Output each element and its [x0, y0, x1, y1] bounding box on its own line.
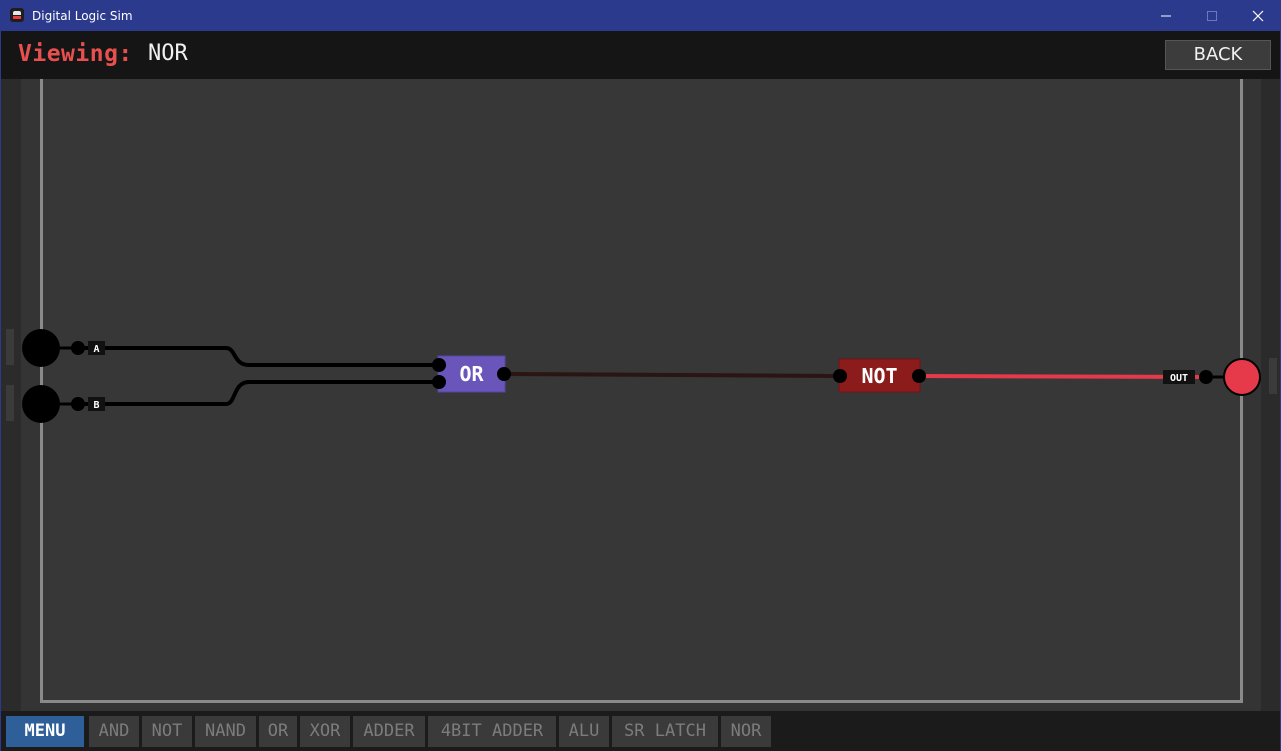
chip-button-and[interactable]: AND: [89, 716, 139, 747]
input-b-label: B: [93, 400, 99, 411]
chip-button-adder[interactable]: ADDER: [353, 716, 425, 747]
or-output-pin[interactable]: [497, 367, 511, 381]
or-gate-label: OR: [459, 362, 484, 386]
or-gate[interactable]: OR: [432, 355, 511, 393]
or-input-pin[interactable]: [432, 358, 446, 372]
input-b-pin[interactable]: [71, 397, 85, 411]
or-input-pin[interactable]: [432, 375, 446, 389]
chip-button-4bit-adder[interactable]: 4BIT ADDER: [428, 716, 556, 747]
input-a-pin[interactable]: [71, 341, 85, 355]
output-pin[interactable]: [1199, 370, 1213, 384]
output-indicator: [1223, 358, 1261, 396]
chip-bar: MENU AND NOT NAND OR XOR ADDER 4BIT ADDE…: [1, 711, 1280, 751]
minimize-button[interactable]: [1143, 1, 1189, 31]
viewing-label: Viewing:: [18, 41, 133, 67]
input-a[interactable]: A: [22, 329, 105, 367]
wire-a-to-or[interactable]: [78, 346, 439, 367]
close-button[interactable]: [1235, 1, 1281, 31]
input-b-toggle[interactable]: [22, 385, 60, 423]
not-gate[interactable]: NOT: [833, 358, 926, 393]
not-gate-label: NOT: [861, 364, 897, 388]
chip-button-xor[interactable]: XOR: [300, 716, 350, 747]
chip-button-nand[interactable]: NAND: [195, 716, 256, 747]
chip-button-nor[interactable]: NOR: [721, 716, 771, 747]
app-logo-icon: [10, 8, 24, 22]
input-b[interactable]: B: [22, 385, 105, 423]
not-output-pin[interactable]: [912, 369, 926, 383]
maximize-button[interactable]: [1189, 1, 1235, 31]
chip-button-not[interactable]: NOT: [142, 716, 192, 747]
input-a-label: A: [93, 344, 99, 355]
not-input-pin[interactable]: [833, 369, 847, 383]
app-window: Digital Logic Sim Viewing: NOR BACK A B …: [0, 0, 1281, 751]
close-icon: [1252, 10, 1264, 22]
input-a-toggle[interactable]: [22, 329, 60, 367]
wire-or-to-not[interactable]: [503, 372, 841, 378]
chip-button-alu[interactable]: ALU: [559, 716, 609, 747]
wire-not-to-out[interactable]: [918, 374, 1207, 379]
workspace[interactable]: A B OR NOT OUT: [1, 79, 1280, 711]
title-bar[interactable]: Digital Logic Sim: [1, 1, 1280, 31]
chip-button-or[interactable]: OR: [259, 716, 297, 747]
circuit-diagram: A B OR NOT OUT: [22, 329, 1261, 423]
maximize-icon: [1207, 11, 1217, 21]
back-button[interactable]: BACK: [1165, 40, 1271, 70]
viewing-chip-name: NOR: [148, 41, 188, 66]
header-bar: Viewing: NOR BACK: [1, 31, 1280, 79]
output-out[interactable]: OUT: [1163, 358, 1261, 396]
menu-button[interactable]: MENU: [6, 716, 84, 747]
window-title: Digital Logic Sim: [32, 9, 133, 23]
wire-b-to-or[interactable]: [78, 380, 439, 406]
chip-button-sr-latch[interactable]: SR LATCH: [612, 716, 718, 747]
output-label: OUT: [1170, 373, 1188, 384]
minimize-icon: [1161, 15, 1171, 17]
